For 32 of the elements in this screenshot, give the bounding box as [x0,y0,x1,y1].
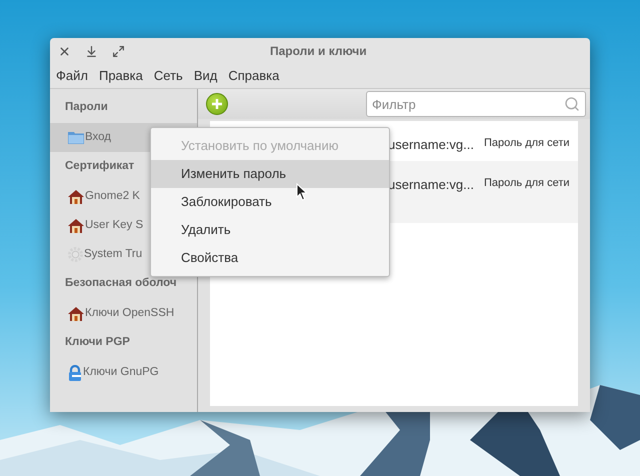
gear-icon [68,247,83,262]
item-name: username:vg... [388,176,475,194]
folder-icon [68,131,84,144]
menu-item[interactable]: Вид [194,66,218,86]
maximize-button[interactable] [112,44,125,58]
filter-field[interactable]: Фильтр [366,91,586,117]
context-menu-item[interactable]: Свойства [151,244,389,272]
close-button[interactable] [58,44,71,58]
item-type: Пароль для сети [484,136,570,151]
house-icon [68,188,84,204]
menu-item[interactable]: Правка [98,66,143,86]
section-heading: Безопасная оболоч [65,276,177,292]
plus-icon [212,99,222,109]
item-name: username:vg... [388,136,475,154]
menu-item[interactable]: Сеть [154,66,183,86]
house-icon [68,218,84,234]
sidebar-item[interactable]: Ключи OpenSSH [50,299,197,328]
search-icon [564,96,580,112]
lock-icon [68,364,82,380]
minimize-button[interactable] [85,44,98,58]
section-heading: Сертификат [65,159,134,174]
sidebar-item[interactable]: Ключи GnuPG [50,358,197,387]
item-type: Пароль для сети [484,176,570,191]
add-button[interactable] [206,93,228,115]
window-title: Пароли и ключи [270,43,367,60]
menu-item[interactable]: Файл [56,66,88,86]
house-icon [68,306,84,322]
mouse-pointer-icon [296,183,308,201]
menu-item[interactable]: Справка [228,66,280,86]
section-heading: Пароли [65,100,108,116]
context-menu-item[interactable]: Изменить пароль [151,160,389,188]
section-heading: Ключи PGP [65,335,130,350]
